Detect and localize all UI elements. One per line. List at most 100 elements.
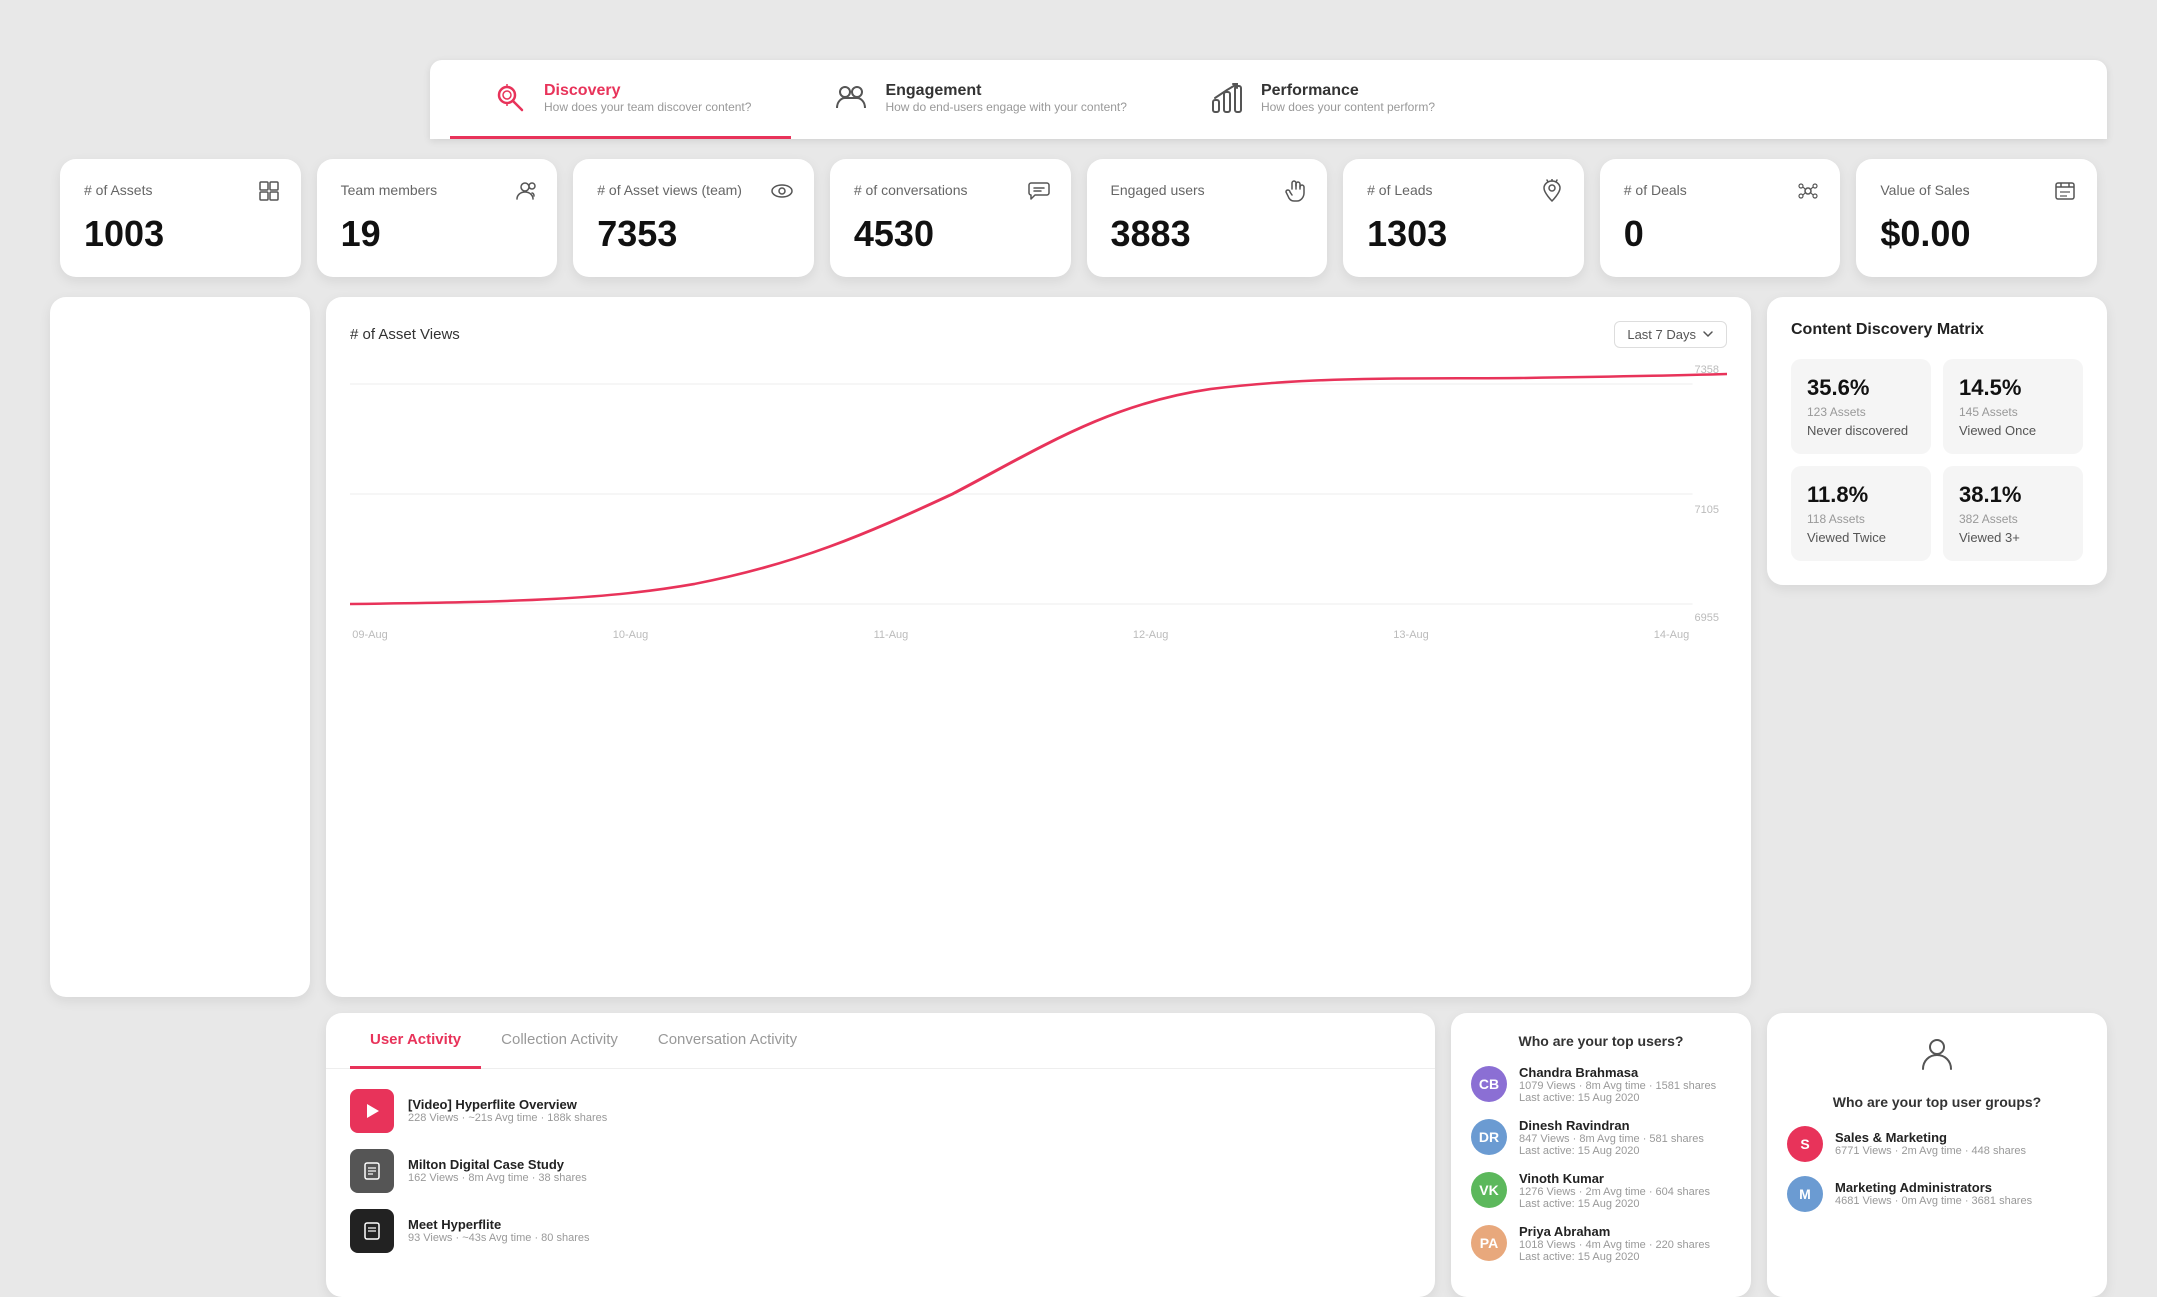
y-label-low: 6955 (1695, 612, 1719, 624)
top-users-title: Who are your top users? (1471, 1033, 1731, 1049)
activity-panel: User Activity Collection Activity Conver… (326, 1013, 1435, 1297)
tab-collection-activity[interactable]: Collection Activity (481, 1013, 638, 1069)
tab-performance[interactable]: Performance How does your content perfor… (1167, 60, 1475, 139)
asset-item-1: Milton Digital Case Study 162 Views · 8m… (350, 1149, 1411, 1193)
team-icon (513, 179, 537, 209)
y-label-max: 7358 (1695, 364, 1719, 376)
activity-content: [Video] Hyperflite Overview 228 Views · … (326, 1069, 1435, 1289)
group-name-0: Sales & Marketing (1835, 1130, 2026, 1145)
left-sidebar-panel (50, 297, 310, 997)
discovery-matrix: Content Discovery Matrix 35.6% 123 Asset… (1767, 297, 2107, 585)
user-name-0: Chandra Brahmasa (1519, 1065, 1716, 1080)
activity-tabs: User Activity Collection Activity Conver… (326, 1013, 1435, 1069)
group-info-0: Sales & Marketing 6771 Views · 2m Avg ti… (1835, 1130, 2026, 1157)
matrix-pct-3: 38.1% (1959, 482, 2067, 508)
stat-value-sales: $0.00 (1880, 213, 2073, 255)
stat-card-deals: # of Deals 0 (1600, 159, 1841, 277)
stat-card-assets: # of Assets 1003 (60, 159, 301, 277)
matrix-cell-1: 14.5% 145 Assets Viewed Once (1943, 359, 2083, 454)
y-label-mid: 7105 (1695, 504, 1719, 516)
stat-value-engaged: 3883 (1111, 213, 1304, 255)
chart-svg (350, 364, 1727, 624)
main-container: Discovery How does your team discover co… (50, 60, 2107, 1226)
stat-value-deals: 0 (1624, 213, 1817, 255)
matrix-pct-2: 11.8% (1807, 482, 1915, 508)
user-item-0: CB Chandra Brahmasa 1079 Views · 8m Avg … (1471, 1065, 1731, 1104)
stat-value-conversations: 4530 (854, 213, 1047, 255)
play-icon (362, 1101, 382, 1121)
groups-icon (1917, 1033, 1957, 1073)
right-panel: Content Discovery Matrix 35.6% 123 Asset… (1767, 297, 2107, 997)
user-avatar-3: PA (1471, 1225, 1507, 1261)
asset-stats-0: 228 Views · ~21s Avg time · 188k shares (408, 1112, 607, 1124)
tab-engagement[interactable]: Engagement How do end-users engage with … (791, 60, 1166, 139)
user-name-3: Priya Abraham (1519, 1224, 1710, 1239)
top-groups-list: S Sales & Marketing 6771 Views · 2m Avg … (1787, 1126, 2087, 1212)
asset-thumb-2 (350, 1209, 394, 1253)
user-info-0: Chandra Brahmasa 1079 Views · 8m Avg tim… (1519, 1065, 1716, 1104)
matrix-pct-1: 14.5% (1959, 375, 2067, 401)
user-last-active-0: Last active: 15 Aug 2020 (1519, 1092, 1716, 1104)
matrix-count-1: 145 Assets (1959, 405, 2067, 419)
stat-card-views: # of Asset views (team) 7353 (573, 159, 814, 277)
stats-row: # of Assets 1003 Team members 19 (50, 159, 2107, 277)
matrix-cell-0: 35.6% 123 Assets Never discovered (1791, 359, 1931, 454)
user-avatar-1: DR (1471, 1119, 1507, 1155)
nav-tabs: Discovery How does your team discover co… (430, 60, 2107, 139)
group-stats-0: 6771 Views · 2m Avg time · 448 shares (1835, 1145, 2026, 1157)
discovery-tab-subtitle: How does your team discover content? (544, 100, 751, 114)
matrix-title: Content Discovery Matrix (1791, 321, 2083, 339)
stat-label-assets: # of Assets (84, 181, 277, 201)
top-groups-icon-area (1787, 1033, 2087, 1078)
x-label-6: 14-Aug (1654, 629, 1689, 641)
matrix-count-0: 123 Assets (1807, 405, 1915, 419)
chart-filter-label: Last 7 Days (1627, 327, 1696, 342)
chart-filter-dropdown[interactable]: Last 7 Days (1614, 321, 1727, 348)
deals-icon (1796, 179, 1820, 209)
x-label-1: 09-Aug (352, 629, 387, 641)
tab-discovery[interactable]: Discovery How does your team discover co… (450, 60, 791, 139)
group-stats-1: 4681 Views · 0m Avg time · 3681 shares (1835, 1195, 2032, 1207)
stat-value-assets: 1003 (84, 213, 277, 255)
leads-icon (1540, 179, 1564, 209)
stat-label-views: # of Asset views (team) (597, 181, 790, 201)
matrix-label-0: Never discovered (1807, 423, 1915, 438)
stat-label-sales: Value of Sales (1880, 181, 2073, 201)
x-label-4: 12-Aug (1133, 629, 1168, 641)
stat-label-leads: # of Leads (1367, 181, 1560, 201)
tab-user-activity[interactable]: User Activity (350, 1013, 481, 1069)
matrix-grid: 35.6% 123 Assets Never discovered 14.5% … (1791, 359, 2083, 561)
stat-card-leads: # of Leads 1303 (1343, 159, 1584, 277)
group-name-1: Marketing Administrators (1835, 1180, 2032, 1195)
stat-label-conversations: # of conversations (854, 181, 1047, 201)
user-stats-0: 1079 Views · 8m Avg time · 1581 shares (1519, 1080, 1716, 1092)
engagement-tab-title: Engagement (885, 82, 1126, 100)
chart-panel: # of Asset Views Last 7 Days 7358 7105 6… (326, 297, 1751, 997)
bottom-left-spacer (50, 1013, 310, 1297)
stat-label-engaged: Engaged users (1111, 181, 1304, 201)
user-stats-2: 1276 Views · 2m Avg time · 604 shares (1519, 1186, 1710, 1198)
asset-stats-2: 93 Views · ~43s Avg time · 80 shares (408, 1232, 590, 1244)
user-info-1: Dinesh Ravindran 847 Views · 8m Avg time… (1519, 1118, 1704, 1157)
matrix-label-3: Viewed 3+ (1959, 530, 2067, 545)
performance-icon (1207, 78, 1247, 118)
stat-card-conversations: # of conversations 4530 (830, 159, 1071, 277)
asset-info-1: Milton Digital Case Study 162 Views · 8m… (408, 1157, 587, 1184)
matrix-label-2: Viewed Twice (1807, 530, 1915, 545)
bottom-area: User Activity Collection Activity Conver… (50, 1013, 2107, 1297)
tab-conversation-activity[interactable]: Conversation Activity (638, 1013, 817, 1069)
group-avatar-1: M (1787, 1176, 1823, 1212)
conversations-icon (1027, 179, 1051, 209)
asset-thumb-1 (350, 1149, 394, 1193)
user-name-2: Vinoth Kumar (1519, 1171, 1710, 1186)
top-users-list: CB Chandra Brahmasa 1079 Views · 8m Avg … (1471, 1065, 1731, 1263)
file-icon (362, 1221, 382, 1241)
group-avatar-0: S (1787, 1126, 1823, 1162)
user-last-active-3: Last active: 15 Aug 2020 (1519, 1251, 1710, 1263)
chart-svg-container: 7358 7105 6955 09-Aug 10-Aug 11-Aug 12-A… (350, 364, 1727, 644)
chart-header: # of Asset Views Last 7 Days (350, 321, 1727, 348)
matrix-cell-2: 11.8% 118 Assets Viewed Twice (1791, 466, 1931, 561)
user-stats-3: 1018 Views · 4m Avg time · 220 shares (1519, 1239, 1710, 1251)
views-icon (770, 179, 794, 209)
user-stats-1: 847 Views · 8m Avg time · 581 shares (1519, 1133, 1704, 1145)
